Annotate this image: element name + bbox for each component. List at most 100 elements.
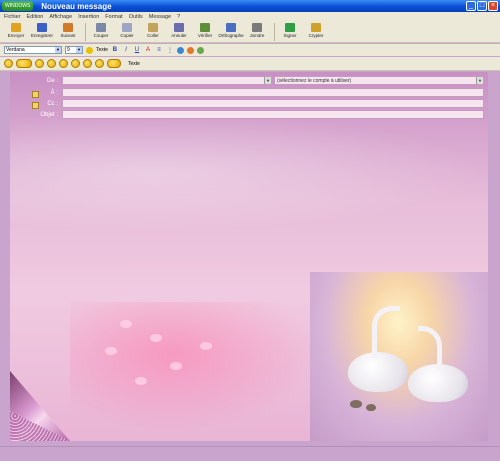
- smiley-icon[interactable]: [35, 59, 44, 68]
- to-field[interactable]: [62, 88, 484, 97]
- toolbar-button[interactable]: Coller: [141, 21, 165, 38]
- smiley-icon[interactable]: [95, 59, 104, 68]
- main-toolbar: Envoyer Enregistrer Suivant Couper Copier Col…: [0, 21, 500, 43]
- petal-decoration: [200, 342, 212, 350]
- menu-item[interactable]: Message: [149, 14, 171, 20]
- toolbar-button[interactable]: Orthographe: [218, 21, 244, 38]
- menu-item[interactable]: Affichage: [49, 14, 72, 20]
- paste-icon: [148, 23, 158, 32]
- check-icon: [200, 23, 210, 32]
- font-family-select[interactable]: Verdana ▼: [4, 46, 62, 54]
- petal-decoration: [150, 334, 162, 342]
- copy-icon: [122, 23, 132, 32]
- spell-icon: [226, 23, 236, 32]
- minimize-button[interactable]: _: [466, 1, 476, 11]
- font-color-button[interactable]: A: [144, 47, 152, 53]
- compose-body[interactable]: De : ▼ (sélectionnez le compte à utilise…: [10, 72, 488, 441]
- address-book-icon: [32, 101, 39, 109]
- smiley-pack-icon[interactable]: [107, 59, 121, 68]
- send-icon: [11, 23, 21, 32]
- bold-button[interactable]: B: [111, 47, 119, 53]
- petal-decoration: [120, 320, 132, 328]
- chevron-down-icon: ▼: [264, 77, 271, 84]
- toolbar-button[interactable]: Couper: [89, 21, 113, 38]
- cygnet: [350, 400, 362, 408]
- attach-icon: [252, 23, 262, 32]
- cygnet: [366, 404, 376, 411]
- bullets-button[interactable]: ≡: [155, 47, 163, 53]
- cc-row: Cc :: [10, 98, 488, 109]
- swan-neck: [372, 306, 400, 358]
- cc-field[interactable]: [62, 99, 484, 108]
- account-select[interactable]: (sélectionnez le compte à utiliser) ▼: [274, 76, 484, 85]
- from-row: De : ▼ (sélectionnez le compte à utilise…: [10, 75, 488, 86]
- petal-decoration: [170, 362, 182, 370]
- text-style-icon[interactable]: [86, 46, 93, 54]
- font-family-value: Verdana: [6, 47, 25, 53]
- menu-item[interactable]: Fichier: [4, 14, 21, 20]
- font-size-select[interactable]: 9 ▼: [65, 46, 83, 54]
- toolbar-button[interactable]: Crypter: [304, 21, 328, 38]
- subject-field[interactable]: [62, 110, 484, 119]
- toolbar-button[interactable]: Annuler: [167, 21, 191, 38]
- insert-link-icon[interactable]: [186, 46, 194, 54]
- toolbar-button[interactable]: Joindre: [245, 21, 269, 38]
- address-book-icon: [32, 90, 39, 98]
- chevron-down-icon: ▼: [76, 47, 82, 53]
- toolbar-button[interactable]: Signer: [278, 21, 302, 38]
- encrypt-icon: [311, 23, 321, 32]
- toolbar-button[interactable]: Copier: [115, 21, 139, 38]
- toolbar-button-label: Suivant: [60, 33, 76, 38]
- background-haze: [10, 112, 488, 232]
- toolbar-separator: [274, 23, 275, 41]
- start-button[interactable]: WINDOWS: [2, 1, 34, 11]
- font-size-value: 9: [67, 47, 70, 53]
- menu-item[interactable]: ?: [177, 14, 180, 20]
- background-rose-glow: [70, 302, 320, 432]
- toolbar-button-label: Vérifier: [197, 33, 213, 38]
- toolbar-button[interactable]: Vérifier: [193, 21, 217, 38]
- text-style-label: Texte: [96, 47, 108, 53]
- italic-button[interactable]: I: [122, 47, 130, 53]
- swan-body: [348, 352, 408, 392]
- petal-decoration: [105, 347, 117, 355]
- smiley-icon[interactable]: [47, 59, 56, 68]
- from-field[interactable]: ▼: [62, 76, 272, 85]
- smiley-icon[interactable]: [59, 59, 68, 68]
- underline-button[interactable]: U: [133, 47, 141, 53]
- menu-item[interactable]: Format: [105, 14, 122, 20]
- from-label: De :: [46, 77, 58, 84]
- toolbar-button-label: Enregistrer: [30, 33, 53, 38]
- toolbar-button[interactable]: Suivant: [56, 21, 80, 38]
- cut-icon: [96, 23, 106, 32]
- petal-decoration: [135, 377, 147, 385]
- cc-label[interactable]: Cc :: [10, 101, 62, 109]
- toolbar-button-label: Signer: [283, 33, 297, 38]
- window-title: Nouveau message: [41, 1, 112, 11]
- toolbar-button[interactable]: Enregistrer: [30, 21, 54, 38]
- account-value: (sélectionnez le compte à utiliser): [277, 77, 352, 84]
- close-button[interactable]: ×: [488, 1, 498, 11]
- toolbar-button[interactable]: Envoyer: [4, 21, 28, 38]
- toolbar-button-label: Joindre: [249, 33, 265, 38]
- toolbar-button-label: Couper: [93, 33, 109, 38]
- toolbar-button-label: Coller: [147, 33, 159, 38]
- smiley-icon[interactable]: [4, 59, 13, 68]
- sign-icon: [285, 23, 295, 32]
- print-icon: [63, 23, 73, 32]
- smiley-icon[interactable]: [83, 59, 92, 68]
- menu-item[interactable]: Edition: [27, 14, 44, 20]
- maximize-button[interactable]: □: [477, 1, 487, 11]
- insert-picture-icon[interactable]: [176, 46, 184, 54]
- insert-line-icon[interactable]: [196, 46, 204, 54]
- title-bar: WINDOWS Nouveau message _ □ ×: [0, 0, 500, 12]
- menu-bar: Fichier Edition Affichage Insertion Format Ou…: [0, 12, 500, 21]
- to-row: À :: [10, 87, 488, 98]
- smiley-icon[interactable]: [71, 59, 80, 68]
- smiley-menu-icon[interactable]: [16, 59, 32, 68]
- numbering-button[interactable]: ⋮: [166, 47, 174, 54]
- menu-item[interactable]: Outils: [129, 14, 143, 20]
- to-label[interactable]: À :: [10, 90, 62, 98]
- subject-row: Objet :: [10, 109, 488, 120]
- menu-item[interactable]: Insertion: [78, 14, 99, 20]
